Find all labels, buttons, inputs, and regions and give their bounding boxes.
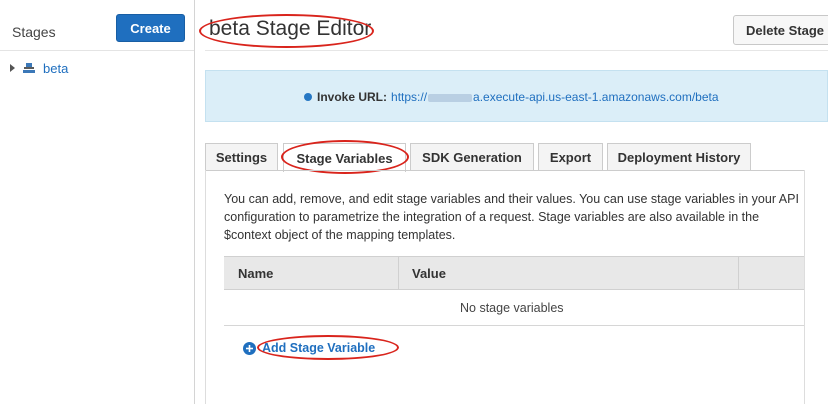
info-dot-icon bbox=[304, 93, 312, 101]
column-header-value: Value bbox=[412, 266, 446, 281]
tab-export[interactable]: Export bbox=[538, 143, 603, 171]
invoke-url-label: Invoke URL: bbox=[317, 90, 388, 104]
stage-name: beta bbox=[43, 60, 69, 76]
stages-sidebar: Stages Create beta bbox=[0, 0, 195, 404]
invoke-url-banner: Invoke URL: https:// a.execute-api.us-eas… bbox=[205, 70, 828, 122]
stage-variables-description: You can add, remove, and edit stage vari… bbox=[224, 192, 799, 242]
header-divider bbox=[205, 50, 828, 51]
page-title-container: beta Stage Editor bbox=[199, 14, 374, 48]
stage-icon bbox=[22, 62, 36, 74]
tab-settings[interactable]: Settings bbox=[205, 143, 278, 171]
empty-state-text: No stage variables bbox=[460, 301, 564, 315]
column-divider bbox=[398, 257, 399, 290]
page-title: beta Stage Editor bbox=[209, 17, 372, 40]
tab-sdk-generation[interactable]: SDK Generation bbox=[410, 143, 534, 171]
stage-tabs: Settings Stage Variables SDK Generation … bbox=[205, 140, 828, 174]
invoke-url-prefix: https:// bbox=[391, 90, 428, 104]
plus-circle-icon bbox=[243, 341, 256, 355]
empty-table-row: No stage variables bbox=[224, 290, 804, 326]
sidebar-header: Stages Create bbox=[0, 0, 194, 51]
invoke-url-suffix: a.execute-api.us-east-1.amazonaws.com/be… bbox=[473, 90, 719, 104]
redacted-segment bbox=[428, 93, 473, 102]
invoke-url-line: Invoke URL: https:// a.execute-api.us-eas… bbox=[304, 90, 719, 104]
delete-stage-button[interactable]: Delete Stage bbox=[733, 15, 828, 45]
create-stage-button[interactable]: Create bbox=[116, 14, 185, 42]
sidebar-title: Stages bbox=[12, 24, 56, 40]
variables-table-header: Name Value bbox=[224, 256, 804, 290]
stage-tree-item-beta[interactable]: beta bbox=[10, 60, 68, 76]
column-divider bbox=[738, 257, 739, 290]
add-stage-variable-label: Add Stage Variable bbox=[262, 341, 376, 355]
invoke-url-link[interactable]: https:// a.execute-api.us-east-1.amazonaw… bbox=[391, 90, 719, 104]
expand-caret-icon[interactable] bbox=[10, 64, 15, 72]
add-stage-variable-link[interactable]: Add Stage Variable bbox=[243, 341, 375, 355]
column-header-name: Name bbox=[238, 266, 274, 281]
tab-deployment-history[interactable]: Deployment History bbox=[607, 143, 751, 171]
tab-stage-variables[interactable]: Stage Variables bbox=[283, 143, 406, 172]
